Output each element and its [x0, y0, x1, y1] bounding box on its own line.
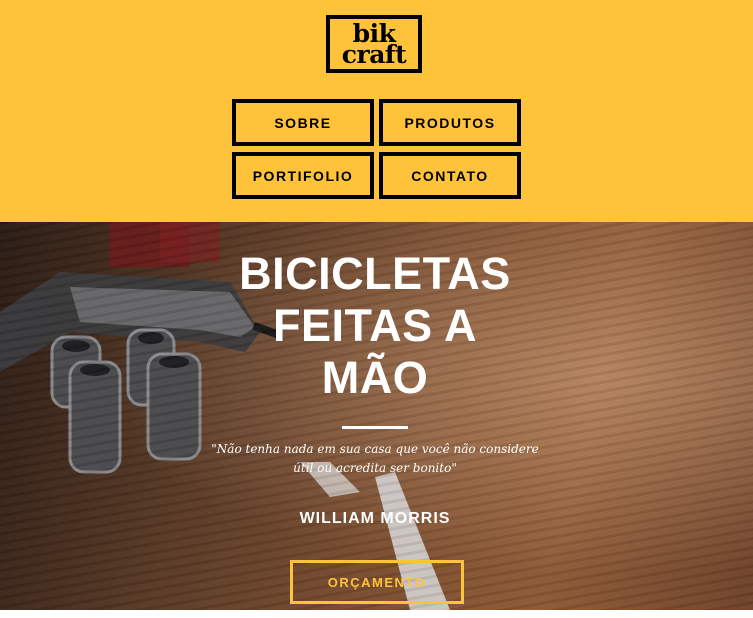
logo-wordmark: bik craft — [330, 19, 418, 69]
hero-title-line-1: BICICLETAS — [239, 248, 511, 299]
site-header: bik craft SOBRE PRODUTOS PORTIFOLIO CONT… — [0, 0, 753, 222]
hero-title-line-2: FEITAS A — [273, 300, 477, 351]
logo-line-craft: craft — [341, 40, 407, 69]
hero-quote-author: WILLIAM MORRIS — [299, 510, 451, 527]
orcamento-button[interactable]: ORÇAMENTO — [290, 560, 464, 604]
hero-title-line-3: MÃO — [321, 352, 429, 403]
hero-divider — [342, 426, 408, 429]
nav-contato-button[interactable]: CONTATO — [379, 152, 521, 199]
nav-portifolio-button[interactable]: PORTIFOLIO — [232, 152, 374, 199]
bikcraft-logo[interactable]: bik craft — [326, 15, 422, 73]
hero-title: BICICLETAS FEITAS A MÃO — [170, 248, 580, 404]
nav-produtos-button[interactable]: PRODUTOS — [379, 99, 521, 146]
page-bottom-strip — [0, 610, 753, 618]
nav-sobre-button[interactable]: SOBRE — [232, 99, 374, 146]
hero-quote: "Não tenha nada em sua casa que você não… — [211, 442, 539, 475]
